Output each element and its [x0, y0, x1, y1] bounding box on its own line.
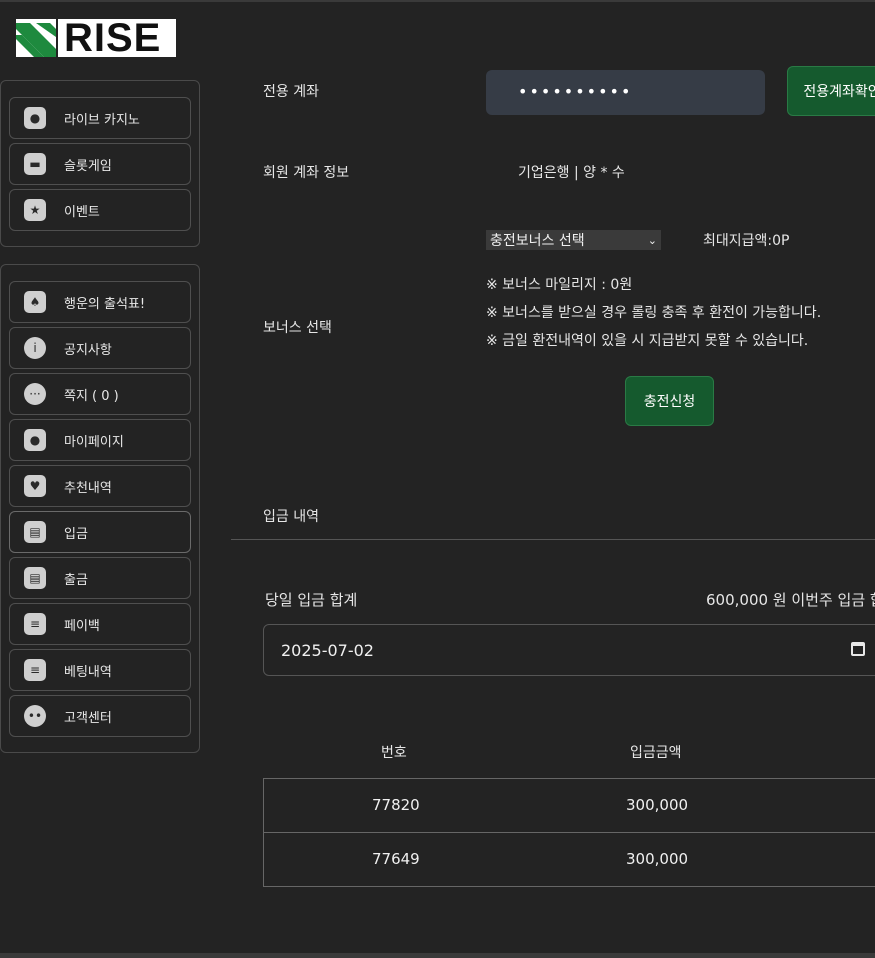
- support-icon: ••: [24, 705, 46, 727]
- chat-icon: ···: [24, 383, 46, 405]
- sidebar-account-panel: ♠ 행운의 출석표! i 공지사항 ··· 쪽지 ( 0 ) ● 마이페이지 ♥…: [0, 264, 200, 753]
- sidebar-item-attendance[interactable]: ♠ 행운의 출석표!: [9, 281, 191, 323]
- sidebar-item-bet-history[interactable]: ≡ 베팅내역: [9, 649, 191, 691]
- sidebar-item-payback[interactable]: ≡ 페이백: [9, 603, 191, 645]
- sidebar-item-referral[interactable]: ♥ 추천내역: [9, 465, 191, 507]
- horizontal-scrollbar[interactable]: [0, 953, 875, 958]
- row-number: 77649: [372, 850, 420, 868]
- info-icon: i: [24, 337, 46, 359]
- bonus-note: ※ 금일 환전내역이 있을 시 지급받지 못할 수 있습니다.: [486, 333, 809, 349]
- bonus-note: ※ 보너스를 받으실 경우 롤링 충족 후 환전이 가능합니다.: [486, 305, 822, 321]
- account-label: 전용 계좌: [263, 84, 319, 100]
- column-header-number: 번호: [381, 745, 407, 761]
- logo-mark-icon: [16, 19, 56, 57]
- row-number: 77820: [372, 796, 420, 814]
- sidebar-item-notice[interactable]: i 공지사항: [9, 327, 191, 369]
- sidebar-item-support[interactable]: •• 고객센터: [9, 695, 191, 737]
- table-row: 77649 300,000: [263, 832, 875, 886]
- sidebar-item-live-casino[interactable]: ● 라이브 카지노: [9, 97, 191, 139]
- sidebar-games-panel: ● 라이브 카지노 ▬ 슬롯게임 ★ 이벤트: [0, 80, 200, 247]
- bonus-label: 보너스 선택: [263, 320, 332, 336]
- sidebar-item-event[interactable]: ★ 이벤트: [9, 189, 191, 231]
- bonus-select-value: 충전보너스 선택: [490, 233, 585, 249]
- sidebar-item-label: 베팅내역: [64, 664, 112, 680]
- chevron-down-icon: ⌄: [647, 233, 657, 247]
- sidebar-item-mypage[interactable]: ● 마이페이지: [9, 419, 191, 461]
- sidebar-item-label: 고객센터: [64, 710, 112, 726]
- sidebar-item-deposit[interactable]: ▤ 입금: [9, 511, 191, 553]
- account-number-field[interactable]: ••••••••••: [486, 70, 765, 115]
- row-amount: 300,000: [626, 796, 689, 814]
- user-icon: ●: [24, 429, 46, 451]
- table-row: 77820 300,000: [263, 778, 875, 832]
- bonus-note: ※ 보너스 마일리지 : 0원: [486, 277, 633, 293]
- sidebar-item-label: 추천내역: [64, 480, 112, 496]
- calendar-icon: ♠: [24, 291, 46, 313]
- bonus-select[interactable]: 충전보너스 선택 ⌄: [486, 230, 661, 250]
- rise-logo[interactable]: RISE: [16, 18, 176, 58]
- sidebar-item-label: 라이브 카지노: [64, 112, 140, 128]
- sidebar-item-withdraw[interactable]: ▤ 출금: [9, 557, 191, 599]
- chips-icon: ●: [24, 107, 46, 129]
- logo-text: RISE: [58, 18, 176, 58]
- history-title: 입금 내역: [263, 509, 319, 525]
- charge-request-button[interactable]: 충전신청: [625, 376, 714, 426]
- sidebar-item-label: 출금: [64, 572, 88, 588]
- sidebar-item-label: 이벤트: [64, 204, 100, 220]
- divider: [231, 539, 875, 540]
- table-border: [263, 886, 875, 887]
- account-check-button[interactable]: 전용계좌확인: [787, 66, 875, 116]
- sidebar-item-label: 쪽지 ( 0 ): [64, 388, 119, 404]
- slot-icon: ▬: [24, 153, 46, 175]
- heart-mail-icon: ♥: [24, 475, 46, 497]
- member-account-value: 기업은행 | 양 * 수: [518, 165, 625, 181]
- row-amount: 300,000: [626, 850, 689, 868]
- wallet-out-icon: ▤: [24, 567, 46, 589]
- sidebar-item-label: 슬롯게임: [64, 158, 112, 174]
- sidebar-item-label: 페이백: [64, 618, 100, 634]
- max-payout: 최대지급액:0P: [703, 233, 790, 249]
- sidebar-item-messages[interactable]: ··· 쪽지 ( 0 ): [9, 373, 191, 415]
- top-border: [0, 0, 875, 2]
- sidebar-item-label: 공지사항: [64, 342, 112, 358]
- coins-icon: ≡: [24, 613, 46, 635]
- wallet-in-icon: ▤: [24, 521, 46, 543]
- star-badge-icon: ★: [24, 199, 46, 221]
- calendar-icon[interactable]: [851, 642, 865, 656]
- date-input[interactable]: 2025-07-02: [263, 624, 875, 676]
- today-total-label: 당일 입금 합계: [265, 591, 358, 609]
- sidebar-item-slot[interactable]: ▬ 슬롯게임: [9, 143, 191, 185]
- member-account-label: 회원 계좌 정보: [263, 165, 350, 181]
- today-total-value: 600,000 원 이번주 입금 합: [706, 591, 875, 609]
- column-header-amount: 입금금액: [630, 745, 682, 761]
- sidebar-item-label: 입금: [64, 526, 88, 542]
- sidebar-item-label: 마이페이지: [64, 434, 124, 450]
- list-icon: ≡: [24, 659, 46, 681]
- sidebar-item-label: 행운의 출석표!: [64, 296, 146, 312]
